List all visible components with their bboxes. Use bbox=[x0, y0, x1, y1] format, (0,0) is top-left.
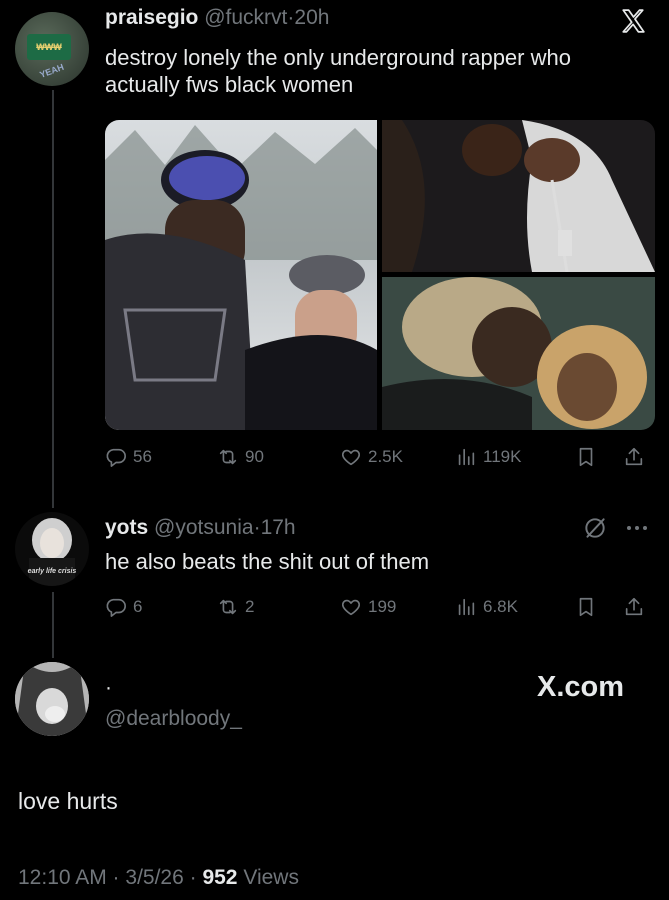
bookmark-icon bbox=[579, 447, 593, 467]
avatar[interactable] bbox=[15, 662, 89, 736]
reply-button[interactable]: 6 bbox=[105, 592, 142, 622]
handle[interactable]: @yotsunia bbox=[154, 516, 254, 539]
avatar-caption: early life crisis bbox=[28, 568, 77, 575]
thread-line-1 bbox=[52, 90, 54, 508]
svg-text:₩₩₩: ₩₩₩ bbox=[36, 42, 62, 52]
avatar[interactable]: early life crisis bbox=[15, 512, 89, 586]
like-count: 199 bbox=[368, 597, 397, 616]
retweet-icon bbox=[219, 599, 237, 615]
views-count: 119K bbox=[483, 447, 522, 466]
views-icon bbox=[458, 448, 475, 466]
avatar-caption: YEAH bbox=[38, 62, 65, 80]
tweet-text-line-1: destroy lonely the only underground rapp… bbox=[105, 45, 571, 70]
tweet-text: he also beats the shit out of them bbox=[105, 549, 430, 574]
media-grid[interactable] bbox=[105, 120, 655, 430]
bookmark-icon bbox=[579, 597, 593, 617]
tweet-actions: 56 90 2.5K 119K bbox=[105, 442, 655, 472]
tweet-meta: 12:10 AM · 3/5/26 · 952 Views bbox=[18, 866, 299, 890]
bookmark-button[interactable] bbox=[575, 442, 597, 472]
tweet-text: destroy lonely the only underground rapp… bbox=[105, 44, 571, 98]
retweet-button[interactable]: 90 bbox=[217, 442, 264, 472]
bookmark-button[interactable] bbox=[575, 592, 597, 622]
views-button[interactable]: 119K bbox=[455, 442, 521, 472]
retweet-icon bbox=[219, 449, 237, 465]
tweet-header: praisegio @fuckrvt·20h bbox=[105, 6, 329, 30]
handle[interactable]: @dearbloody_ bbox=[105, 707, 242, 731]
grok-icon[interactable] bbox=[582, 515, 608, 541]
handle[interactable]: @fuckrvt bbox=[204, 6, 287, 29]
views-label: Views bbox=[237, 866, 299, 889]
x-logo-icon[interactable] bbox=[620, 8, 646, 34]
main-tweet-text: love hurts bbox=[18, 788, 118, 814]
share-button[interactable] bbox=[623, 592, 645, 622]
photo-couple-snow[interactable] bbox=[105, 120, 377, 430]
share-button[interactable] bbox=[623, 442, 645, 472]
share-icon bbox=[625, 447, 643, 466]
retweet-count: 2 bbox=[245, 597, 255, 616]
retweet-count: 90 bbox=[245, 447, 264, 466]
photo-embrace[interactable] bbox=[382, 277, 655, 430]
like-icon bbox=[342, 599, 360, 616]
reply-icon bbox=[106, 448, 126, 467]
x-com-logo: X.com bbox=[537, 671, 625, 703]
more-icon[interactable] bbox=[622, 515, 652, 541]
like-icon bbox=[342, 449, 360, 466]
tweet-actions: 6 2 199 6.8K bbox=[105, 592, 655, 622]
avatar[interactable]: ₩₩₩ YEAH bbox=[15, 12, 89, 86]
like-count: 2.5K bbox=[368, 447, 403, 466]
thread-line-2 bbox=[52, 592, 54, 658]
display-name[interactable]: · bbox=[105, 676, 112, 700]
display-name[interactable]: praisegio bbox=[105, 6, 198, 29]
timestamp[interactable]: 20h bbox=[294, 6, 329, 29]
share-icon bbox=[625, 597, 643, 616]
reply-count: 6 bbox=[133, 597, 143, 616]
reply-button[interactable]: 56 bbox=[105, 442, 152, 472]
views-count: 6.8K bbox=[483, 597, 518, 616]
tweet-header: yots @yotsunia·17h bbox=[105, 516, 296, 540]
timestamp[interactable]: 12:10 AM · 3/5/26 · bbox=[18, 866, 202, 889]
retweet-button[interactable]: 2 bbox=[217, 592, 254, 622]
timestamp[interactable]: 17h bbox=[261, 516, 296, 539]
tweet-text-line-2: actually fws black women bbox=[105, 72, 354, 97]
reply-icon bbox=[106, 598, 126, 617]
photo-kiss[interactable] bbox=[382, 120, 655, 272]
like-button[interactable]: 2.5K bbox=[340, 442, 403, 472]
separator: · bbox=[253, 516, 261, 539]
views-count: 952 bbox=[202, 866, 238, 889]
views-icon bbox=[458, 598, 475, 616]
views-button[interactable]: 6.8K bbox=[455, 592, 518, 622]
reply-count: 56 bbox=[133, 447, 152, 466]
display-name[interactable]: yots bbox=[105, 516, 148, 539]
like-button[interactable]: 199 bbox=[340, 592, 396, 622]
